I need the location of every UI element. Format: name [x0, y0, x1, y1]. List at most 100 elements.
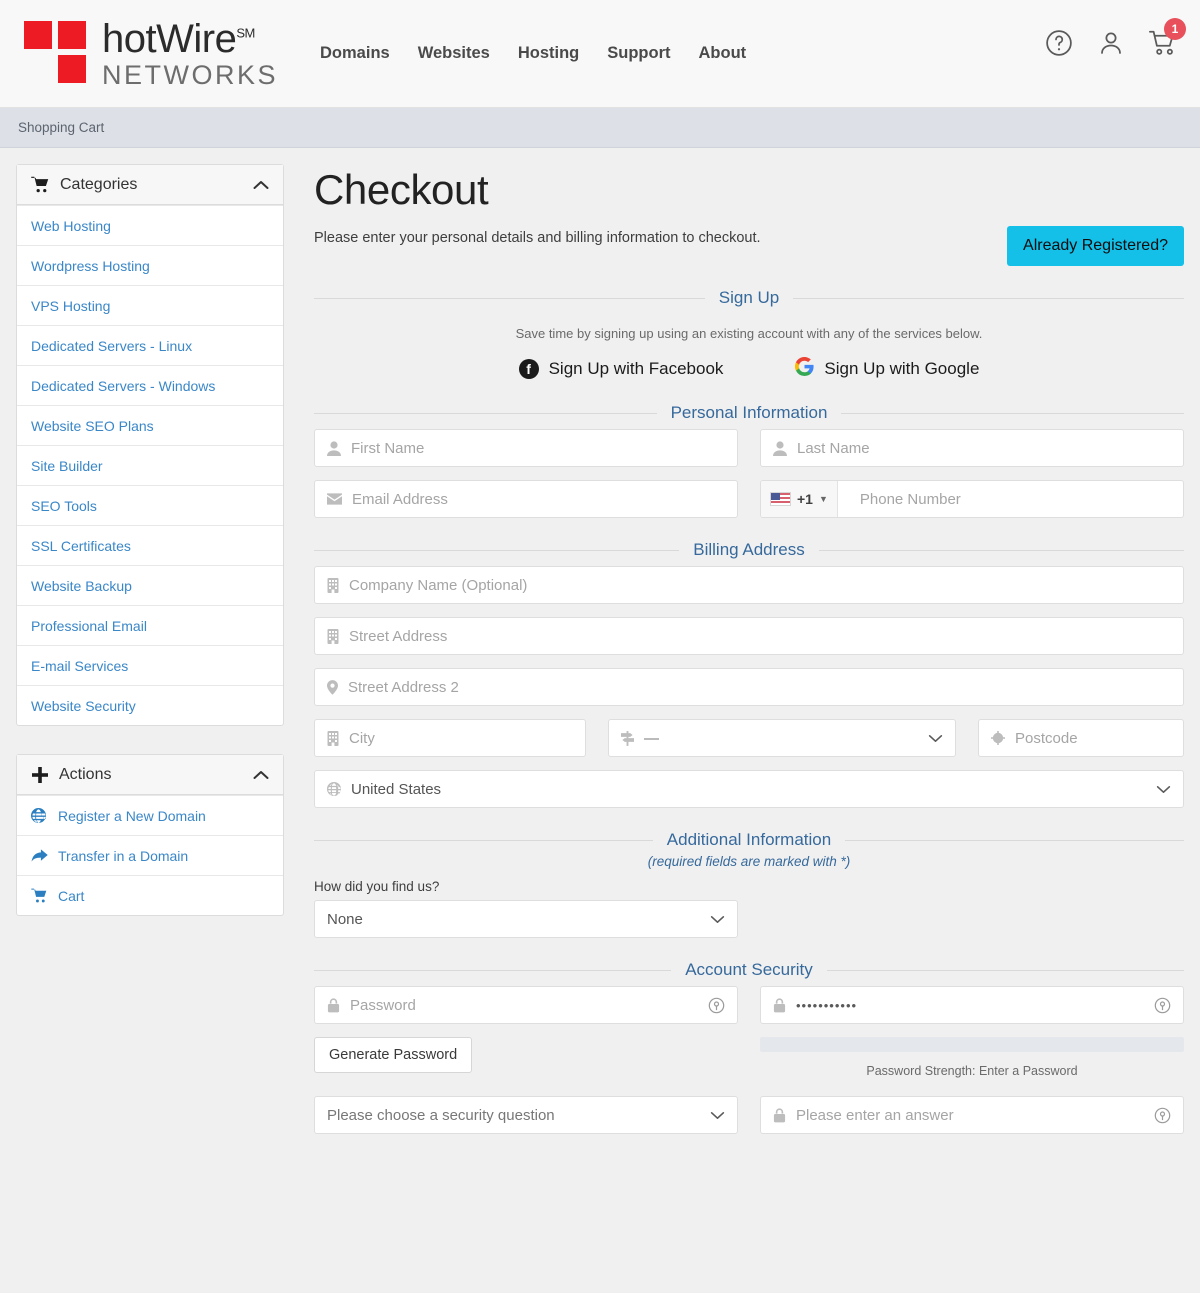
- sidebar-item-wordpress-hosting[interactable]: Wordpress Hosting: [17, 245, 283, 285]
- phone-country-selector[interactable]: +1 ▼: [761, 481, 838, 517]
- us-flag-icon: [770, 492, 791, 506]
- sidebar-item-cart[interactable]: Cart: [17, 875, 283, 915]
- main-content: Checkout Please enter your personal deta…: [314, 164, 1185, 1293]
- how-did-you-find-us-value: None: [327, 910, 363, 928]
- logo-mark-icon: [24, 20, 90, 87]
- company-name-field[interactable]: Company Name (Optional): [314, 566, 1184, 604]
- nav-item-support[interactable]: Support: [607, 44, 670, 63]
- show-password-icon[interactable]: [1154, 997, 1171, 1014]
- cart-icon[interactable]: 1: [1148, 18, 1186, 58]
- chevron-up-icon[interactable]: [253, 180, 269, 190]
- first-name-field[interactable]: First Name: [314, 429, 738, 467]
- sidebar-link-label[interactable]: Site Builder: [31, 458, 103, 474]
- breadcrumb-item-shopping-cart[interactable]: Shopping Cart: [18, 120, 104, 135]
- security-answer-field[interactable]: Please enter an answer: [760, 1096, 1184, 1134]
- security-question-select[interactable]: Please choose a security question: [314, 1096, 738, 1134]
- state-select[interactable]: —: [608, 719, 956, 757]
- first-name-placeholder: First Name: [351, 439, 425, 457]
- confirm-password-field[interactable]: •••••••••••: [760, 986, 1184, 1024]
- street-address-2-field[interactable]: Street Address 2: [314, 668, 1184, 706]
- street2-row: Street Address 2: [314, 668, 1184, 706]
- categories-panel: Categories Web Hosting Wordpress Hosting…: [16, 164, 284, 726]
- intro-text: Please enter your personal details and b…: [314, 230, 761, 246]
- brand-logo[interactable]: hotWireSM NETWORKS: [24, 19, 278, 89]
- sidebar-link-label[interactable]: Dedicated Servers - Linux: [31, 338, 192, 354]
- user-icon[interactable]: [1096, 28, 1126, 58]
- categories-panel-header[interactable]: Categories: [17, 165, 283, 205]
- password-strength-bar: [760, 1037, 1184, 1052]
- street-address-2-placeholder: Street Address 2: [348, 678, 459, 696]
- help-circle-icon[interactable]: [1044, 28, 1074, 58]
- sidebar-item-seo-tools[interactable]: SEO Tools: [17, 485, 283, 525]
- already-registered-button[interactable]: Already Registered?: [1007, 226, 1184, 266]
- chevron-down-icon: [928, 734, 943, 743]
- nav-item-hosting[interactable]: Hosting: [518, 44, 579, 63]
- sidebar-link-label[interactable]: E-mail Services: [31, 658, 128, 674]
- country-select[interactable]: United States: [314, 770, 1184, 808]
- nav-item-websites[interactable]: Websites: [418, 44, 490, 63]
- last-name-field[interactable]: Last Name: [760, 429, 1184, 467]
- security-question-placeholder: Please choose a security question: [327, 1106, 555, 1124]
- how-did-you-find-us-select[interactable]: None: [314, 900, 738, 938]
- logo-text-top: hotWire: [102, 16, 237, 61]
- sidebar-link-label[interactable]: Transfer in a Domain: [58, 848, 188, 864]
- sidebar-item-register-new-domain[interactable]: Register a New Domain: [17, 795, 283, 835]
- sidebar-item-vps-hosting[interactable]: VPS Hosting: [17, 285, 283, 325]
- state-value: —: [644, 729, 659, 747]
- sidebar-item-dedicated-servers-linux[interactable]: Dedicated Servers - Linux: [17, 325, 283, 365]
- sidebar-link-label[interactable]: Register a New Domain: [58, 808, 206, 824]
- building-icon: [327, 628, 339, 644]
- how-did-you-find-us-label: How did you find us?: [314, 879, 440, 894]
- sidebar-link-label[interactable]: VPS Hosting: [31, 298, 110, 314]
- phone-placeholder: Phone Number: [859, 490, 961, 508]
- sidebar-link-label[interactable]: Dedicated Servers - Windows: [31, 378, 215, 394]
- generate-password-button[interactable]: Generate Password: [314, 1037, 473, 1073]
- sidebar-link-label[interactable]: Website Backup: [31, 578, 132, 594]
- security-section-heading: Account Security: [314, 960, 1184, 980]
- postcode-field[interactable]: Postcode: [978, 719, 1184, 757]
- sidebar-link-label[interactable]: Wordpress Hosting: [31, 258, 150, 274]
- sidebar-link-label[interactable]: Website SEO Plans: [31, 418, 154, 434]
- password-strength-text: Password Strength: Enter a Password: [866, 1064, 1078, 1078]
- sidebar-item-website-backup[interactable]: Website Backup: [17, 565, 283, 605]
- sidebar-link-label[interactable]: Professional Email: [31, 618, 147, 634]
- city-field[interactable]: City: [314, 719, 586, 757]
- email-field[interactable]: Email Address: [314, 480, 738, 518]
- password-row: Password •••••••••••: [314, 986, 1184, 1024]
- company-name-placeholder: Company Name (Optional): [349, 576, 528, 594]
- street-address-placeholder: Street Address: [349, 627, 448, 645]
- sidebar-item-website-seo-plans[interactable]: Website SEO Plans: [17, 405, 283, 445]
- sidebar-link-label[interactable]: Web Hosting: [31, 218, 111, 234]
- sidebar-link-label[interactable]: Cart: [58, 888, 84, 904]
- show-password-icon[interactable]: [708, 997, 725, 1014]
- phone-field[interactable]: +1 ▼ Phone Number: [760, 480, 1184, 518]
- sidebar-item-transfer-in-domain[interactable]: Transfer in a Domain: [17, 835, 283, 875]
- password-field[interactable]: Password: [314, 986, 738, 1024]
- signup-note: Save time by signing up using an existin…: [515, 326, 983, 341]
- user-icon: [327, 440, 341, 456]
- categories-panel-title: Categories: [60, 175, 138, 193]
- street-address-field[interactable]: Street Address: [314, 617, 1184, 655]
- sidebar-item-dedicated-servers-windows[interactable]: Dedicated Servers - Windows: [17, 365, 283, 405]
- sidebar-link-label[interactable]: SEO Tools: [31, 498, 97, 514]
- lock-icon: [327, 997, 340, 1013]
- country-row: United States: [314, 770, 1184, 808]
- required-fields-note: (required fields are marked with *): [647, 854, 851, 869]
- nav-item-about[interactable]: About: [699, 44, 747, 63]
- sidebar-link-label[interactable]: SSL Certificates: [31, 538, 131, 554]
- sidebar-item-web-hosting[interactable]: Web Hosting: [17, 205, 283, 245]
- sidebar-item-email-services[interactable]: E-mail Services: [17, 645, 283, 685]
- sidebar-item-website-security[interactable]: Website Security: [17, 685, 283, 725]
- name-row: First Name Last Name: [314, 429, 1184, 467]
- sidebar-item-site-builder[interactable]: Site Builder: [17, 445, 283, 485]
- page-title: Checkout: [314, 166, 489, 213]
- sidebar-item-professional-email[interactable]: Professional Email: [17, 605, 283, 645]
- actions-panel-header[interactable]: Actions: [17, 755, 283, 795]
- signup-google-button[interactable]: Sign Up with Google: [795, 356, 979, 381]
- signup-facebook-button[interactable]: f Sign Up with Facebook: [518, 357, 723, 381]
- show-answer-icon[interactable]: [1154, 1107, 1171, 1124]
- nav-item-domains[interactable]: Domains: [320, 44, 390, 63]
- sidebar-item-ssl-certificates[interactable]: SSL Certificates: [17, 525, 283, 565]
- chevron-up-icon[interactable]: [253, 770, 269, 780]
- sidebar-link-label[interactable]: Website Security: [31, 698, 136, 714]
